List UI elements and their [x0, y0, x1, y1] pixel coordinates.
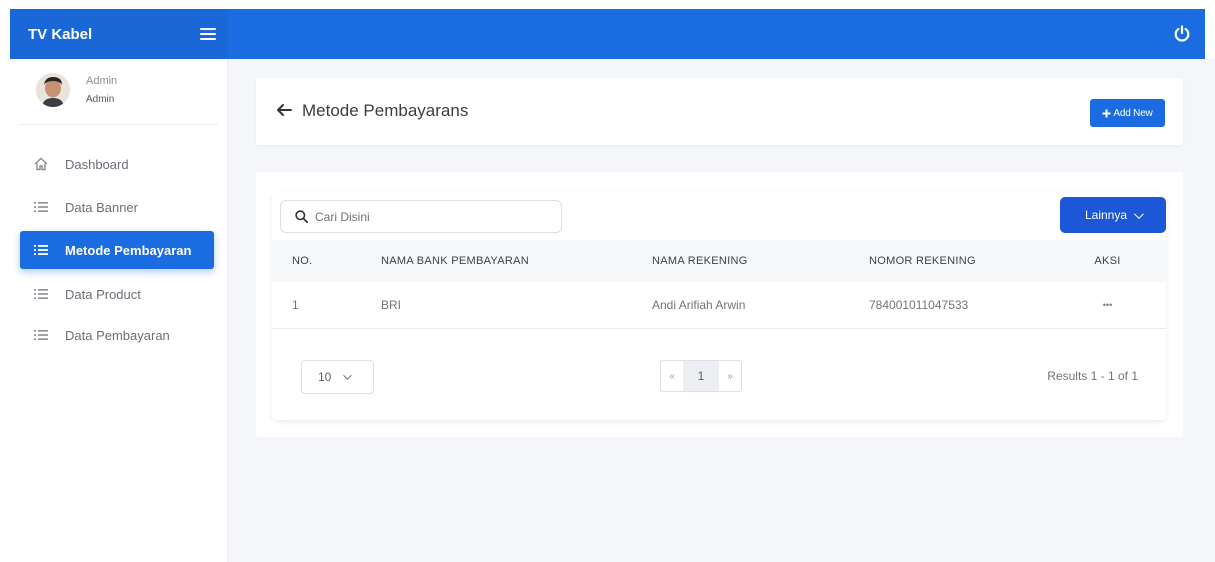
next-page-button[interactable]: » — [719, 361, 741, 391]
payment-methods-table: NO. NAMA BANK PEMBAYARAN NAMA REKENING N… — [272, 240, 1166, 329]
column-header-account-number: NOMOR REKENING — [869, 255, 976, 267]
more-label: Lainnya — [1084, 208, 1128, 222]
more-dropdown-button[interactable]: Lainnya — [1060, 197, 1166, 233]
search-input[interactable] — [315, 209, 545, 224]
row-actions-menu[interactable]: ••• — [1049, 282, 1166, 328]
avatar — [36, 73, 70, 107]
table-card: Lainnya NO. NAMA BANK PEMBAYARAN NAMA RE… — [256, 172, 1183, 437]
page-title: Metode Pembayarans — [302, 101, 469, 120]
pagination: « 1 » — [660, 360, 742, 392]
per-page-select[interactable]: 10 — [301, 360, 374, 394]
column-header-account-name: NAMA REKENING — [652, 255, 748, 267]
main-content: Metode Pembayarans Add New Lainnya — [228, 59, 1215, 562]
per-page-value: 10 — [318, 370, 332, 384]
sidebar-item-label: Data Pembayaran — [65, 327, 170, 343]
list-icon — [34, 330, 48, 340]
cell-no: 1 — [292, 297, 299, 312]
profile-name: Admin — [86, 75, 118, 87]
sidebar-item-data-banner[interactable]: Data Banner — [20, 188, 214, 226]
sidebar-item-label: Data Banner — [65, 199, 138, 215]
sidebar-item-label: Dashboard — [65, 156, 129, 172]
sidebar: Admin Admin Dashboard Data Banner Metode… — [10, 59, 228, 562]
table-header-row: NO. NAMA BANK PEMBAYARAN NAMA REKENING N… — [272, 240, 1166, 282]
top-bar: TV Kabel — [10, 9, 1205, 59]
plus-icon — [1102, 109, 1111, 117]
table-row: 1 BRI Andi Arifiah Arwin 784001011047533… — [272, 282, 1166, 328]
cell-account-name: Andi Arifiah Arwin — [652, 297, 746, 312]
sidebar-item-data-product[interactable]: Data Product — [20, 275, 214, 313]
menu-toggle-icon[interactable] — [200, 27, 216, 41]
column-header-action: AKSI — [1094, 255, 1121, 267]
chevron-down-icon — [343, 371, 353, 380]
cell-bank: BRI — [381, 297, 402, 312]
sidebar-item-label: Data Product — [65, 286, 141, 302]
add-new-button[interactable]: Add New — [1090, 99, 1165, 127]
sidebar-item-dashboard[interactable]: Dashboard — [20, 145, 214, 183]
column-header-bank: NAMA BANK PEMBAYARAN — [381, 255, 530, 267]
prev-page-button[interactable]: « — [661, 361, 683, 391]
cell-account-number: 784001011047533 — [869, 297, 969, 312]
chevron-down-icon — [1133, 208, 1144, 219]
back-arrow-icon[interactable] — [276, 102, 292, 118]
search-box[interactable] — [280, 200, 562, 233]
search-icon — [295, 210, 308, 223]
power-icon[interactable] — [1173, 25, 1191, 43]
list-icon — [34, 245, 48, 255]
table-panel: Lainnya NO. NAMA BANK PEMBAYARAN NAMA RE… — [272, 192, 1166, 420]
sidebar-item-metode-pembayaran[interactable]: Metode Pembayaran — [20, 231, 214, 269]
add-new-label: Add New — [1113, 107, 1153, 119]
sidebar-item-data-pembayaran[interactable]: Data Pembayaran — [20, 316, 214, 354]
list-icon — [34, 289, 48, 299]
brand-block: TV Kabel — [10, 9, 228, 59]
sidebar-item-label: Metode Pembayaran — [65, 242, 192, 258]
column-header-no: NO. — [292, 255, 313, 267]
brand-name: TV Kabel — [28, 25, 93, 43]
results-count: Results 1 - 1 of 1 — [1047, 369, 1138, 383]
profile-role: Admin — [86, 94, 115, 105]
page-header: Metode Pembayarans Add New — [256, 78, 1183, 145]
home-icon — [34, 157, 48, 171]
list-icon — [34, 202, 48, 212]
page-1-button[interactable]: 1 — [683, 361, 719, 391]
user-profile: Admin Admin — [20, 59, 218, 125]
